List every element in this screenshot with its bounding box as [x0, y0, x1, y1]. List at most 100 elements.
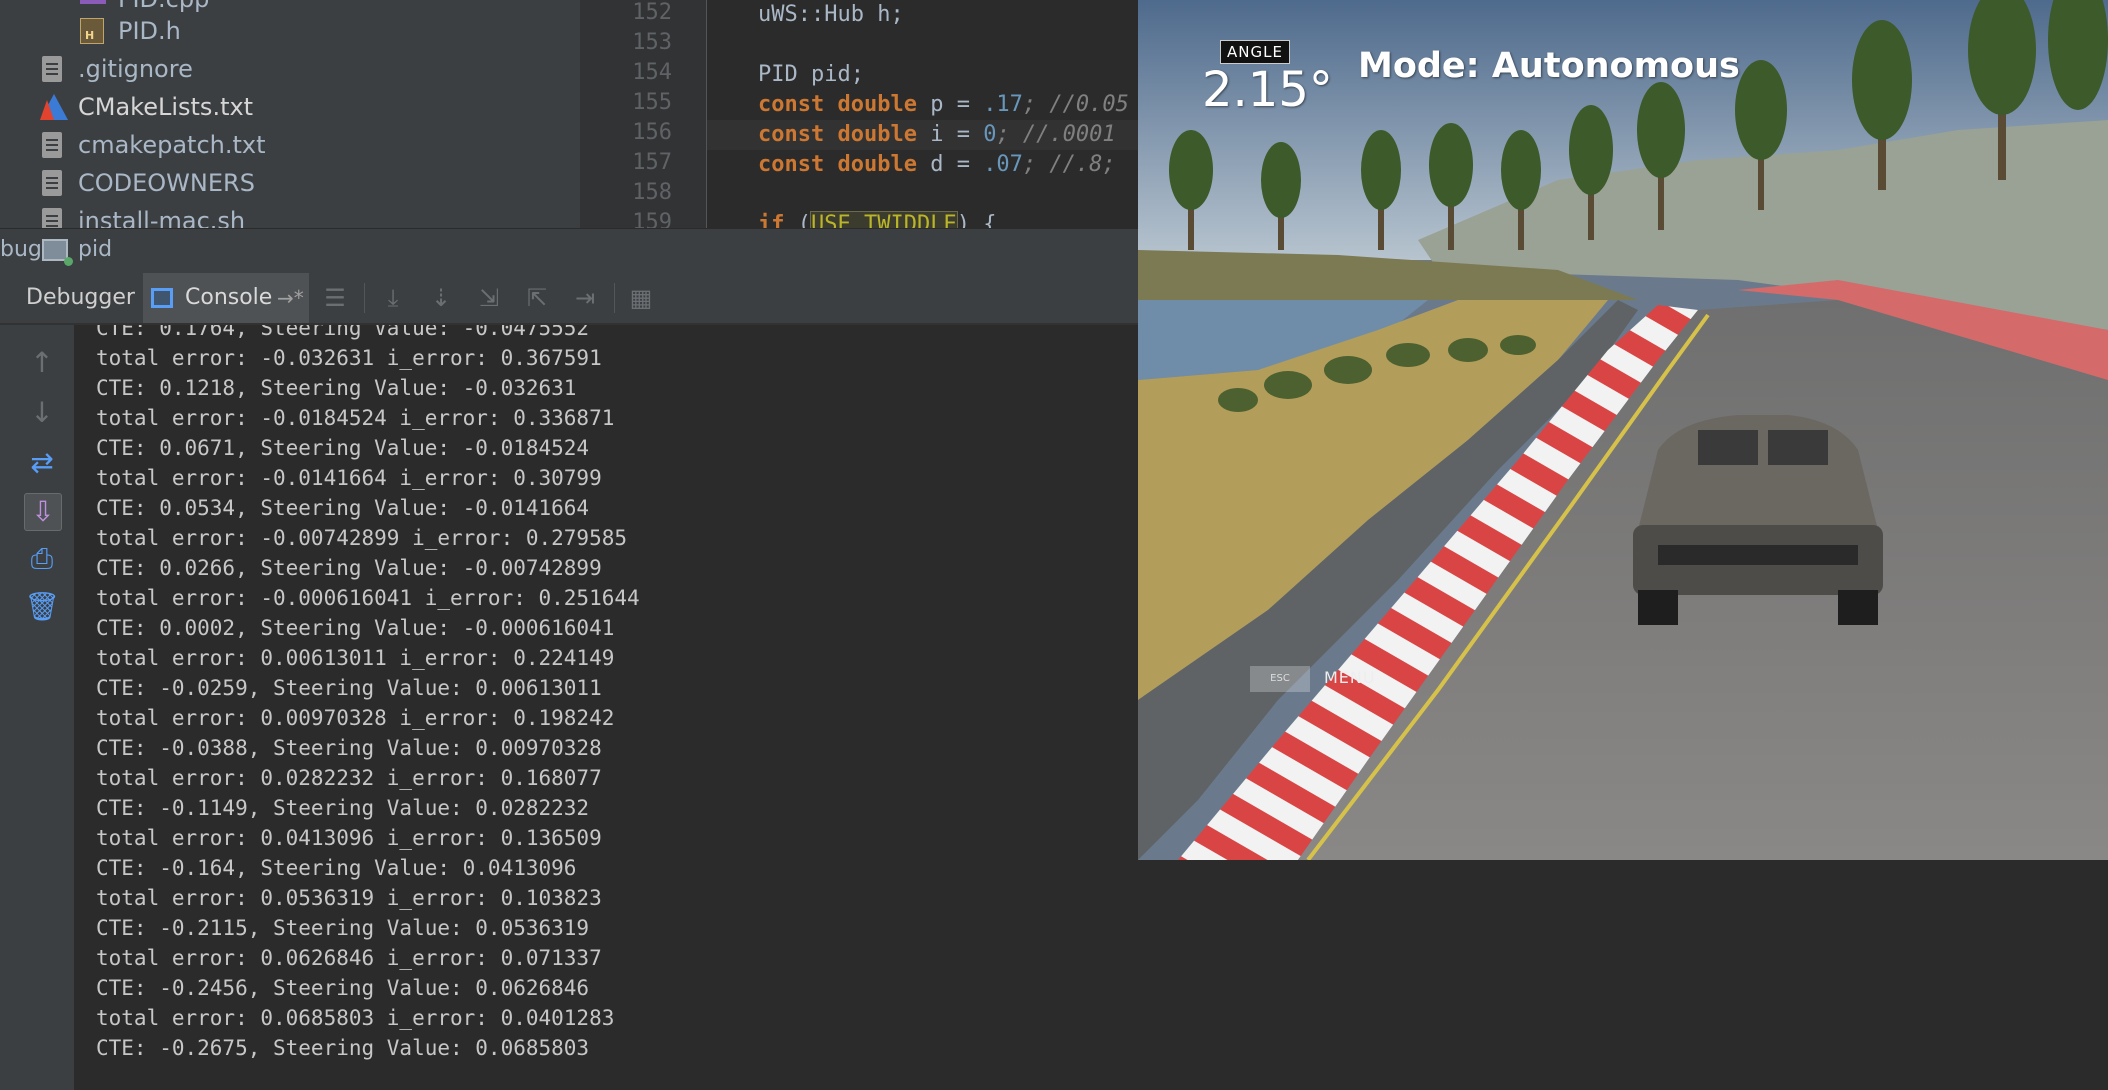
- run-config-name[interactable]: pid: [78, 237, 112, 262]
- code-line[interactable]: const double p = .17; //0.05: [707, 90, 1138, 120]
- console-line: CTE: -0.0388, Steering Value: 0.00970328: [96, 736, 602, 760]
- menu-label[interactable]: MENU: [1324, 668, 1376, 687]
- cmake-file-icon: [38, 92, 68, 122]
- code-line[interactable]: uWS::Hub h;: [707, 0, 1138, 30]
- trash-icon[interactable]: 🗑: [24, 589, 60, 625]
- console-line: CTE: -0.1149, Steering Value: 0.0282232: [96, 796, 590, 820]
- tree-item-label: cmakepatch.txt: [78, 131, 266, 159]
- code-keyword: const double: [758, 92, 917, 117]
- text-file-icon: [38, 130, 68, 160]
- step-over-icon[interactable]: ⤓: [380, 285, 406, 311]
- console-line: total error: 0.0536319 i_error: 0.103823: [96, 886, 602, 910]
- tree-item-label: install-mac.sh: [78, 207, 246, 228]
- project-tree: PID.cpp H PID.h .gitignore CMakeLists.tx…: [0, 0, 580, 228]
- tree-item-cmakepatch[interactable]: cmakepatch.txt: [38, 126, 266, 164]
- code-number: 0: [983, 122, 997, 147]
- code-line[interactable]: const double d = .07; //.8;: [707, 150, 1138, 180]
- console-line: CTE: -0.2675, Steering Value: 0.0685803: [96, 1036, 590, 1060]
- line-number: 157: [632, 150, 672, 175]
- line-number: 159: [632, 210, 672, 228]
- mode-indicator: Mode: Autonomous: [1358, 46, 1740, 86]
- console-line: CTE: 0.1218, Steering Value: -0.032631: [96, 376, 577, 400]
- console-line: total error: 0.0413096 i_error: 0.136509: [96, 826, 602, 850]
- tree-item-label: PID.h: [118, 17, 181, 45]
- line-number: 152: [632, 0, 672, 25]
- tree-item-label: .gitignore: [78, 55, 193, 83]
- down-arrow-icon[interactable]: ↓: [24, 395, 60, 431]
- code-line-current[interactable]: const double i = 0; //.0001: [707, 120, 1138, 150]
- step-into-icon[interactable]: ⇣: [428, 285, 454, 311]
- code-text: (: [784, 212, 811, 228]
- code-line[interactable]: if (USE_TWIDDLE) {: [707, 210, 1138, 228]
- console-line: total error: -0.032631 i_error: 0.367591: [96, 346, 602, 370]
- tree-item-cmakelists[interactable]: CMakeLists.txt: [38, 88, 253, 126]
- car: [1633, 415, 1883, 625]
- code-editor[interactable]: uWS::Hub h; PID pid; const double p = .1…: [707, 0, 1138, 228]
- pin-icon[interactable]: →*: [277, 273, 304, 323]
- console-line: CTE: 0.0534, Steering Value: -0.0141664: [96, 496, 590, 520]
- esc-key-hint[interactable]: ESC: [1250, 666, 1310, 692]
- editor-gutter: 152 153 154 155 156 157 158 159: [580, 0, 707, 228]
- line-number: 153: [632, 30, 672, 55]
- toolbar-separator: [364, 283, 365, 313]
- text-file-icon: [38, 54, 68, 84]
- tree-item-install-mac[interactable]: install-mac.sh: [38, 202, 245, 228]
- scroll-to-end-icon[interactable]: ⇩: [24, 493, 62, 531]
- console-line: CTE: 0.0266, Steering Value: -0.00742899: [96, 556, 602, 580]
- run-config-icon: [42, 239, 73, 266]
- tree-item-pid-h[interactable]: H PID.h: [78, 12, 181, 50]
- up-arrow-icon[interactable]: ↑: [24, 345, 60, 381]
- code-comment: ; //.0001: [996, 122, 1116, 147]
- soft-wrap-icon[interactable]: ⇄: [24, 445, 60, 481]
- force-step-into-icon[interactable]: ⇲: [476, 285, 502, 311]
- console-line: total error: 0.0282232 i_error: 0.168077: [96, 766, 602, 790]
- console-line: CTE: 0.1764, Steering Value: -0.0475552: [96, 325, 590, 340]
- simulator-window[interactable]: ANGLE 2.15° Mode: Autonomous ESC MENU: [1138, 0, 2108, 860]
- code-text: uWS::Hub h;: [758, 2, 904, 27]
- tree-item-label: CMakeLists.txt: [78, 93, 254, 121]
- console-line: total error: -0.0184524 i_error: 0.33687…: [96, 406, 615, 430]
- code-text: i =: [916, 122, 984, 147]
- code-number: .17: [983, 92, 1023, 117]
- run-bar: bug pid: [0, 228, 1138, 274]
- text-file-icon: [38, 168, 68, 198]
- tab-console[interactable]: Console →*: [143, 273, 309, 323]
- evaluate-expression-icon[interactable]: ▦: [628, 285, 654, 311]
- line-number: 154: [632, 60, 672, 85]
- code-line[interactable]: PID pid;: [707, 60, 1138, 90]
- simulator-scene: [1138, 0, 2108, 860]
- debug-label: bug: [0, 237, 42, 262]
- console-line: total error: 0.00970328 i_error: 0.19824…: [96, 706, 615, 730]
- step-out-icon[interactable]: ⇱: [524, 285, 550, 311]
- code-keyword: const double: [758, 122, 917, 147]
- console-line: total error: -0.0141664 i_error: 0.30799: [96, 466, 602, 490]
- header-file-icon: H: [78, 16, 108, 46]
- console-line: CTE: -0.2456, Steering Value: 0.0626846: [96, 976, 590, 1000]
- code-comment: ; //.8;: [1022, 152, 1116, 177]
- console-line: CTE: -0.2115, Steering Value: 0.0536319: [96, 916, 590, 940]
- tree-item-codeowners[interactable]: CODEOWNERS: [38, 164, 255, 202]
- console-line: total error: -0.00742899 i_error: 0.2795…: [96, 526, 628, 550]
- code-keyword: const double: [758, 152, 917, 177]
- console-output[interactable]: CTE: 0.1764, Steering Value: -0.0475552 …: [75, 325, 1138, 1090]
- tab-console-label: Console: [185, 285, 273, 310]
- tab-debugger[interactable]: Debugger: [14, 273, 147, 323]
- toolbar-separator: [614, 283, 615, 313]
- show-execution-point-icon[interactable]: ☰: [322, 285, 348, 311]
- code-text: d =: [916, 152, 984, 177]
- tree-item-gitignore[interactable]: .gitignore: [38, 50, 193, 88]
- code-text: pid;: [797, 62, 864, 87]
- console-line: CTE: -0.164, Steering Value: 0.0413096: [96, 856, 577, 880]
- angle-label: ANGLE: [1220, 40, 1290, 64]
- console-line: total error: -0.000616041 i_error: 0.251…: [96, 586, 640, 610]
- line-number: 155: [632, 90, 672, 115]
- code-comment: ; //0.05: [1022, 92, 1129, 117]
- console-line: CTE: -0.0259, Steering Value: 0.00613011: [96, 676, 602, 700]
- console-line: total error: 0.0685803 i_error: 0.040128…: [96, 1006, 615, 1030]
- code-macro: USE_TWIDDLE: [810, 211, 958, 228]
- code-text: PID: [758, 62, 798, 87]
- code-number: .07: [983, 152, 1023, 177]
- print-icon[interactable]: ⎙: [24, 541, 60, 577]
- run-to-cursor-icon[interactable]: ⇥: [572, 285, 598, 311]
- console-toolbar: ↑ ↓ ⇄ ⇩ ⎙ 🗑: [0, 325, 75, 1090]
